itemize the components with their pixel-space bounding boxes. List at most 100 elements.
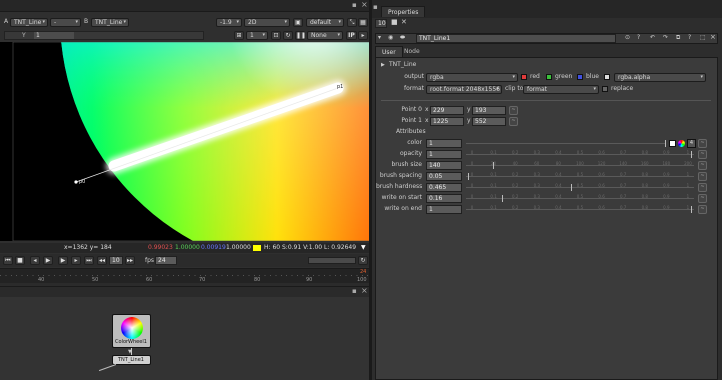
replace-checkbox[interactable]: [602, 86, 608, 92]
panel-options-icon[interactable]: ▪: [373, 3, 378, 11]
redo-icon[interactable]: ↷: [663, 34, 668, 41]
brush-size-slider[interactable]: 020406080100120140160180200: [466, 161, 694, 170]
play-back-icon[interactable]: ▶: [43, 256, 53, 265]
opacity-animation-icon[interactable]: ~: [698, 150, 707, 159]
brush-size-animation-icon[interactable]: ~: [698, 161, 707, 170]
lock-icon[interactable]: ✕: [401, 18, 407, 26]
colorwheel-node[interactable]: ColorWheel1: [112, 314, 151, 348]
color-wheel-icon[interactable]: [678, 140, 685, 147]
slider-knob[interactable]: [691, 206, 692, 213]
brush-spacing-field[interactable]: 0.05: [426, 172, 462, 181]
gain-dropdown[interactable]: -1.9 ▾: [216, 18, 242, 27]
node-name-field[interactable]: TNT_Line1: [416, 34, 616, 43]
color-field[interactable]: 1: [426, 139, 462, 148]
node-graph-panel[interactable]: ▪ × ColorWheel1 ▼ TNT_Line1: [0, 286, 369, 380]
pause-icon[interactable]: ❚❚: [295, 31, 306, 40]
point0-y-field[interactable]: 193: [472, 106, 506, 115]
refresh-icon[interactable]: ↻: [283, 31, 293, 40]
clear-panels-icon[interactable]: ■: [391, 18, 398, 26]
input-a-dropdown[interactable]: TNT_Line ▾: [10, 18, 48, 27]
frame-step-slider[interactable]: Y 1: [4, 31, 204, 40]
help-icon[interactable]: ?: [637, 34, 640, 41]
opacity-field[interactable]: 1: [426, 150, 462, 159]
tab-properties[interactable]: Properties: [381, 6, 426, 17]
write-on-end-animation-icon[interactable]: ~: [698, 205, 707, 214]
red-channel-checkbox[interactable]: [521, 74, 527, 80]
play-icon[interactable]: ▶: [58, 256, 68, 265]
slider-knob[interactable]: [493, 162, 494, 169]
brush-size-field[interactable]: 140: [426, 161, 462, 170]
skip-back-icon[interactable]: ◂◂: [97, 256, 107, 265]
brush-spacing-slider[interactable]: 0 0.1 0.2 0.3 0.4 0.5 0.6 0.7 0.8 0.9 1: [466, 172, 694, 181]
write-on-start-slider[interactable]: 0 0.1 0.2 0.3 0.4 0.5 0.6 0.7 0.8 0.9 1: [466, 194, 694, 203]
point1-y-field[interactable]: 552: [472, 117, 506, 126]
skip-forward-icon[interactable]: ▸▸: [125, 256, 135, 265]
panel-options-icon[interactable]: ▪: [352, 287, 357, 295]
brush-hardness-field[interactable]: 0.465: [426, 183, 462, 192]
point1-x-field[interactable]: 1225: [430, 117, 464, 126]
brush-hardness-animation-icon[interactable]: ~: [698, 183, 707, 192]
slider-knob[interactable]: [691, 151, 692, 158]
view-mode-dropdown[interactable]: 2D ▾: [244, 18, 290, 27]
center-node-icon[interactable]: ⊙: [625, 34, 630, 41]
status-menu-icon[interactable]: ▼: [361, 243, 366, 253]
output-dropdown[interactable]: rgba ▾: [426, 73, 518, 82]
first-frame-icon[interactable]: ⏮: [3, 256, 13, 265]
close-icon[interactable]: ×: [361, 286, 368, 295]
stop-icon[interactable]: ■: [15, 256, 25, 265]
color-animation-icon[interactable]: ~: [698, 139, 707, 148]
close-icon[interactable]: ×: [710, 33, 716, 41]
proxy-dropdown[interactable]: 1 ▾: [246, 31, 268, 40]
lut-dropdown[interactable]: default ▾: [306, 18, 344, 27]
alpha-dropdown[interactable]: rgba.alpha ▾: [614, 73, 706, 82]
roi-dropdown[interactable]: None ▾: [307, 31, 343, 40]
last-frame-icon[interactable]: ⏭: [84, 256, 94, 265]
write-on-start-field[interactable]: 0.16: [426, 194, 462, 203]
step-forward-icon[interactable]: ▸: [71, 256, 81, 265]
color-slider[interactable]: [466, 139, 666, 148]
fps-field[interactable]: 24: [155, 256, 177, 265]
point1-animation-icon[interactable]: ~: [509, 117, 518, 126]
viewer-canvas[interactable]: p0 p1: [0, 42, 369, 241]
guides-icon[interactable]: ▦: [358, 18, 368, 27]
timeline-ruler[interactable]: 40 50 60 70 80 90 100 24: [0, 268, 369, 283]
point0-animation-icon[interactable]: ~: [509, 106, 518, 115]
step-back-icon[interactable]: ◂: [30, 256, 40, 265]
brush-spacing-animation-icon[interactable]: ~: [698, 172, 707, 181]
input-process-button[interactable]: IP: [346, 31, 357, 40]
playback-range-bar[interactable]: [308, 257, 356, 264]
format-dropdown[interactable]: root.format 2048x1556 ▾: [426, 85, 502, 94]
roi-wipe-icon[interactable]: ⤡: [347, 18, 357, 27]
collapse-icon[interactable]: ▾: [378, 34, 381, 41]
loop-icon[interactable]: ↻: [358, 256, 368, 265]
region-icon[interactable]: ⊡: [271, 31, 281, 40]
alpha-channel-checkbox[interactable]: [604, 74, 610, 80]
point0-handle[interactable]: [74, 180, 78, 184]
frame-increment-field[interactable]: 10: [109, 256, 123, 265]
color-swatch-white[interactable]: [669, 140, 676, 147]
composite-dropdown[interactable]: - ▾: [50, 18, 81, 27]
section-expand-icon[interactable]: ▶: [381, 62, 385, 68]
float-icon[interactable]: ⧉: [676, 34, 680, 42]
lock-viewer-icon[interactable]: ▸: [358, 31, 368, 40]
green-channel-checkbox[interactable]: [546, 74, 552, 80]
slider-knob[interactable]: [571, 184, 572, 191]
clip-to-dropdown[interactable]: format ▾: [523, 85, 599, 94]
write-on-end-field[interactable]: 1: [426, 205, 462, 214]
write-on-end-slider[interactable]: 0 0.1 0.2 0.3 0.4 0.5 0.6 0.7 0.8 0.9 1: [466, 205, 694, 214]
lock-icon[interactable]: ▣: [293, 18, 303, 27]
channel-split-icon[interactable]: 4: [687, 139, 696, 148]
float-panel-icon[interactable]: ⬚: [700, 34, 706, 41]
tab-node[interactable]: Node: [398, 46, 426, 57]
point0-x-field[interactable]: 229: [430, 106, 464, 115]
max-panels-field[interactable]: 10: [375, 19, 387, 28]
opacity-slider[interactable]: 0 0.1 0.2 0.3 0.4 0.5 0.6 0.7 0.8 0.9 1: [466, 150, 694, 159]
blue-channel-checkbox[interactable]: [577, 74, 583, 80]
input-b-dropdown[interactable]: TNT_Line ▾: [91, 18, 129, 27]
panel-options-icon[interactable]: ▪: [352, 1, 357, 9]
brush-hardness-slider[interactable]: 0 0.1 0.2 0.3 0.4 0.5 0.6 0.7 0.8 0.9 1: [466, 183, 694, 192]
close-icon[interactable]: ×: [361, 0, 368, 9]
undo-icon[interactable]: ↶: [650, 34, 655, 41]
write-on-start-animation-icon[interactable]: ~: [698, 194, 707, 203]
slider-knob[interactable]: [468, 173, 469, 180]
